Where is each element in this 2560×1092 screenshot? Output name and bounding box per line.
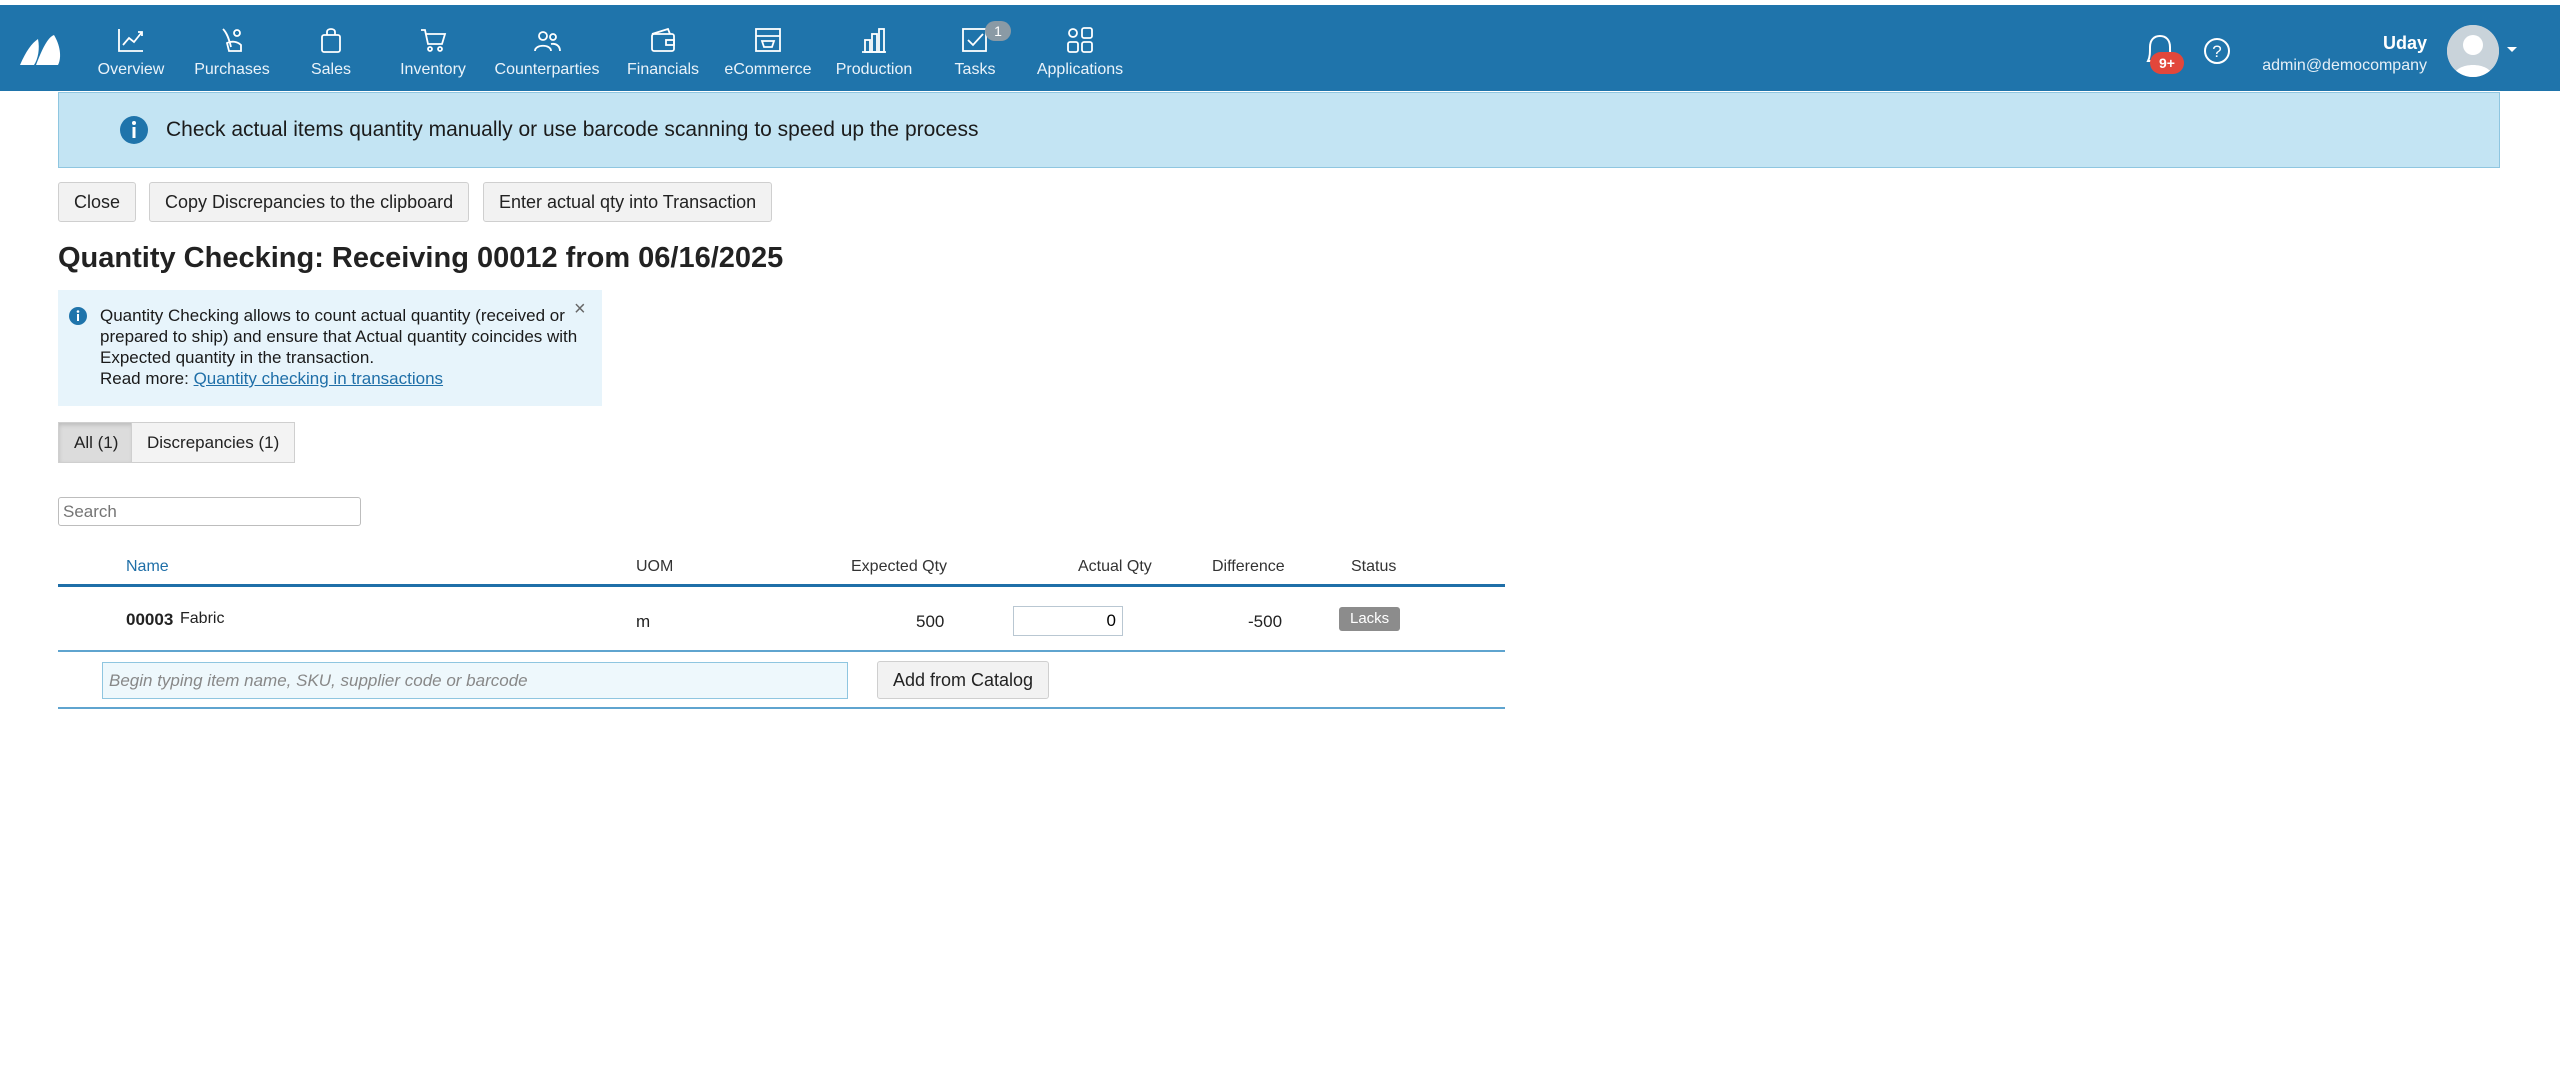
tasks-badge: 1 — [985, 21, 1011, 41]
column-header-actual-qty: Actual Qty — [1078, 558, 1152, 575]
actual-qty-input[interactable] — [1013, 606, 1123, 636]
nav-tasks[interactable]: 1 Tasks — [948, 21, 1011, 85]
copy-discrepancies-button[interactable]: Copy Discrepancies to the clipboard — [149, 182, 470, 222]
item-uom: m — [636, 612, 651, 631]
quantity-checking-info: Quantity Checking allows to count actual… — [58, 290, 602, 406]
nav-financials[interactable]: Financials — [624, 25, 702, 85]
chart-line-icon — [118, 29, 143, 52]
avatar-person-icon — [2447, 25, 2499, 77]
enter-actual-qty-button[interactable]: Enter actual qty into Transaction — [483, 182, 773, 222]
bar-building-icon — [862, 28, 886, 53]
info-icon — [120, 116, 148, 144]
user-avatar[interactable] — [2447, 25, 2499, 77]
nav-ecommerce[interactable]: eCommerce — [722, 25, 814, 85]
column-header-uom: UOM — [636, 558, 674, 575]
people-icon — [534, 31, 561, 52]
wallet-icon — [651, 27, 675, 52]
company-logo-icon[interactable] — [18, 31, 62, 67]
header-divider — [58, 584, 1505, 587]
column-header-expected-qty: Expected Qty — [851, 558, 948, 575]
notifications-badge: 9+ — [2150, 52, 2184, 74]
nav-label: Sales — [310, 61, 352, 78]
item-code: 00003 — [126, 610, 174, 629]
chevron-down-icon[interactable] — [2506, 45, 2518, 55]
help-icon[interactable]: ? — [2203, 37, 2231, 65]
nav-label: Inventory — [400, 61, 466, 78]
apps-grid-icon — [1067, 27, 1093, 53]
nav-label: Purchases — [194, 61, 270, 78]
tab-all[interactable]: All (1) — [58, 422, 135, 463]
search-input[interactable] — [58, 497, 361, 526]
add-item-input[interactable] — [102, 662, 848, 699]
shopping-bag-icon — [321, 28, 341, 53]
cart-icon — [421, 29, 447, 52]
close-button[interactable]: Close — [58, 182, 137, 222]
nav-sales[interactable]: Sales — [306, 25, 356, 85]
user-name[interactable]: Uday — [2383, 33, 2427, 54]
nav-label: Applications — [1036, 61, 1124, 78]
nav-purchases[interactable]: Purchases — [190, 25, 274, 85]
column-header-difference: Difference — [1212, 558, 1285, 575]
banner-text: Check actual items quantity manually or … — [166, 118, 979, 141]
status-badge: Lacks — [1339, 607, 1401, 631]
nav-label: Financials — [626, 61, 700, 78]
read-more-label: Read more: — [100, 369, 189, 388]
nav-label: Production — [835, 61, 913, 78]
nav-label: Overview — [97, 61, 165, 78]
nav-overview[interactable]: Overview — [96, 25, 166, 85]
row-divider — [58, 650, 1505, 652]
nav-production[interactable]: Production — [834, 25, 914, 85]
info-icon — [69, 307, 87, 325]
nav-counterparties[interactable]: Counterparties — [492, 25, 602, 85]
column-header-status: Status — [1351, 558, 1397, 575]
info-description: Quantity Checking allows to count actual… — [100, 306, 578, 367]
top-nav-bar: Overview Purchases Sales Inventory Count… — [0, 5, 2560, 91]
column-header-name[interactable]: Name — [126, 558, 169, 576]
info-text: Quantity Checking allows to count actual… — [100, 305, 580, 389]
nav-label: eCommerce — [724, 61, 812, 78]
item-name: Fabric — [180, 610, 225, 627]
page-title: Quantity Checking: Receiving 00012 from … — [58, 242, 784, 274]
storefront-icon — [755, 28, 781, 52]
quantity-checking-help-link[interactable]: Quantity checking in transactions — [194, 369, 443, 388]
purchases-hand-icon — [222, 28, 242, 52]
close-icon[interactable]: × — [574, 298, 586, 321]
nav-label: Tasks — [954, 61, 996, 78]
item-difference: -500 — [1248, 612, 1283, 631]
add-from-catalog-button[interactable]: Add from Catalog — [877, 661, 1050, 699]
user-email[interactable]: admin@democompany — [2262, 57, 2427, 75]
tab-discrepancies[interactable]: Discrepancies (1) — [131, 422, 296, 463]
nav-label: Counterparties — [494, 61, 600, 78]
item-expected-qty: 500 — [916, 612, 945, 631]
table-bottom-divider — [58, 707, 1505, 709]
svg-text:?: ? — [2212, 42, 2221, 61]
scan-hint-banner: Check actual items quantity manually or … — [58, 92, 2500, 168]
nav-applications[interactable]: Applications — [1034, 25, 1126, 85]
nav-inventory[interactable]: Inventory — [396, 25, 470, 85]
